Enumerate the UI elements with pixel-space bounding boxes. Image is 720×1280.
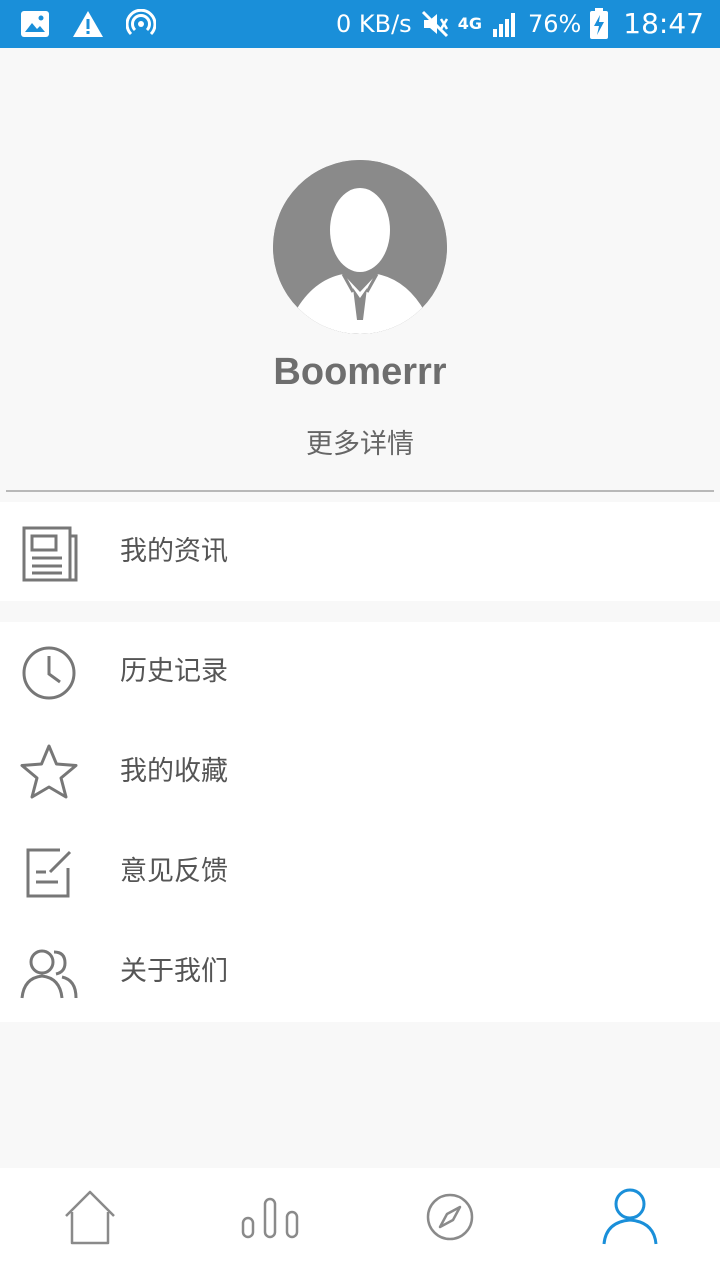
feedback-edit-icon	[26, 848, 72, 898]
divider	[6, 490, 714, 492]
menu-item-feedback[interactable]: 意见反馈	[0, 822, 720, 922]
home-icon	[65, 1190, 115, 1245]
star-icon	[20, 744, 78, 799]
network-type: 4G	[457, 14, 482, 33]
menu-item-history[interactable]: 历史记录	[0, 622, 720, 722]
menu-item-favorites[interactable]: 我的收藏	[0, 722, 720, 822]
bottom-navigation	[0, 1168, 720, 1280]
default-avatar-icon	[273, 160, 447, 334]
battery-level: 76%	[527, 10, 582, 38]
profile-screen: 0 KB/s 4G 76% 18:47 Boomerrr 更多详情 我的资讯 历…	[0, 0, 720, 1280]
person-icon	[602, 1188, 658, 1245]
news-icon	[22, 526, 78, 582]
menu-label: 历史记录	[120, 656, 228, 687]
nav-tab-profile[interactable]	[540, 1168, 720, 1280]
nav-tab-discover[interactable]	[360, 1168, 540, 1280]
clock-time: 18:47	[623, 7, 704, 40]
menu-group-main: 历史记录 我的收藏 意见反馈 关于我们	[0, 622, 720, 1022]
bar-chart-icon	[241, 1197, 299, 1239]
menu-group-news: 我的资讯	[0, 502, 720, 601]
menu-label: 我的收藏	[120, 756, 228, 787]
menu-item-about[interactable]: 关于我们	[0, 922, 720, 1022]
users-icon	[20, 949, 78, 999]
mute-icon	[421, 10, 448, 38]
compass-icon	[426, 1193, 474, 1241]
network-speed: 0 KB/s	[335, 10, 412, 38]
battery-charging-icon	[590, 8, 609, 39]
image-icon	[21, 11, 49, 37]
hotspot-icon	[126, 9, 156, 36]
menu-label: 我的资讯	[120, 536, 228, 567]
menu-item-my-news[interactable]: 我的资讯	[0, 502, 720, 601]
menu-label: 意见反馈	[120, 856, 228, 887]
profile-header: Boomerrr 更多详情	[0, 48, 720, 490]
warning-icon	[73, 11, 103, 37]
nav-tab-home[interactable]	[0, 1168, 180, 1280]
clock-icon	[22, 646, 76, 700]
menu-label: 关于我们	[120, 956, 228, 987]
signal-icon	[492, 13, 515, 37]
username: Boomerrr	[273, 351, 447, 393]
status-bar: 0 KB/s 4G 76% 18:47	[0, 0, 720, 48]
nav-tab-stats[interactable]	[180, 1168, 360, 1280]
avatar[interactable]	[273, 160, 447, 334]
more-details-link[interactable]: 更多详情	[0, 422, 720, 461]
